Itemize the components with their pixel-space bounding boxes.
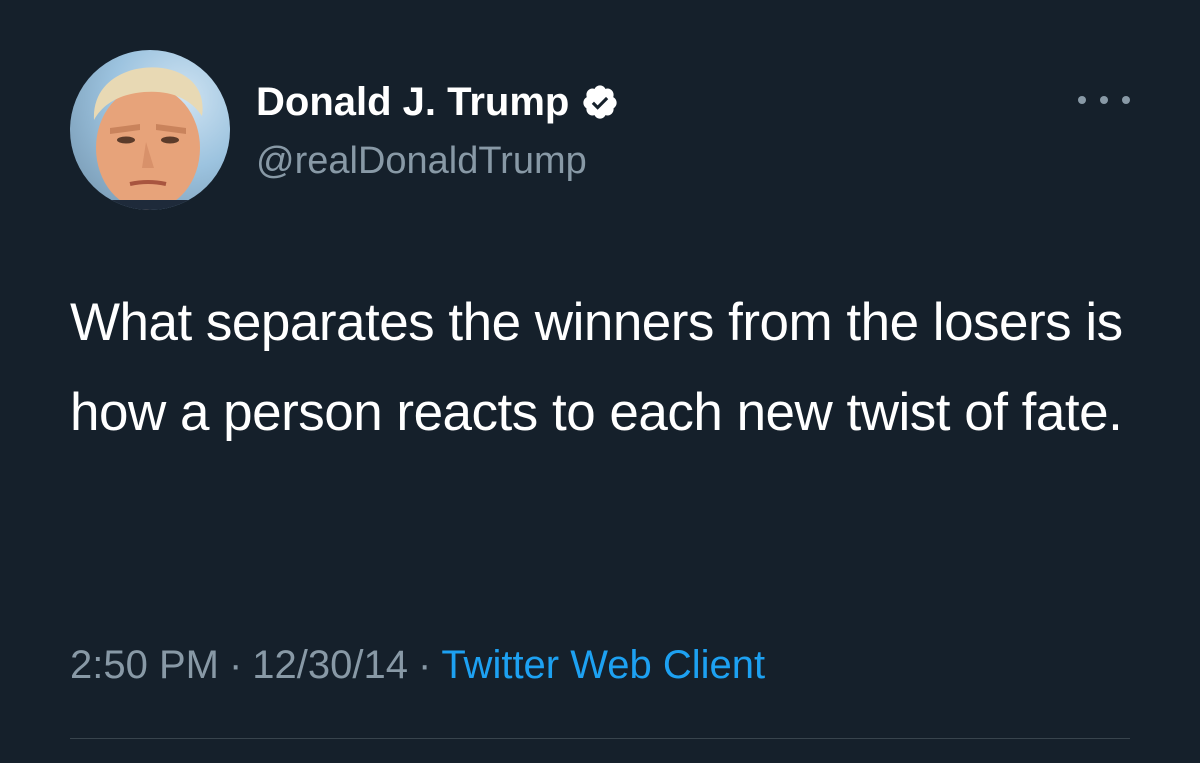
author-handle[interactable]: @realDonaldTrump [256, 138, 587, 184]
profile-photo-icon [70, 67, 230, 210]
more-dot [1122, 96, 1130, 104]
tweet-client-link[interactable]: Twitter Web Client [441, 643, 765, 687]
tweet-date[interactable]: 12/30/14 [252, 643, 408, 687]
author-name-row[interactable]: Donald J. Trump [256, 78, 619, 126]
verified-badge-icon [581, 83, 619, 121]
divider [70, 738, 1130, 739]
separator: · [228, 643, 243, 687]
tweet-metadata: 2:50 PM · 12/30/14 · Twitter Web Client [70, 638, 765, 692]
more-dot [1100, 96, 1108, 104]
more-options-button[interactable] [1078, 88, 1130, 112]
display-name[interactable]: Donald J. Trump [256, 78, 569, 126]
tweet-card: Donald J. Trump @realDonaldTrump What se… [0, 0, 1200, 763]
more-horizontal-icon [1078, 96, 1086, 104]
avatar[interactable] [70, 50, 230, 210]
tweet-time[interactable]: 2:50 PM [70, 643, 219, 687]
tweet-text: What separates the winners from the lose… [70, 293, 1123, 442]
separator: · [418, 643, 432, 687]
